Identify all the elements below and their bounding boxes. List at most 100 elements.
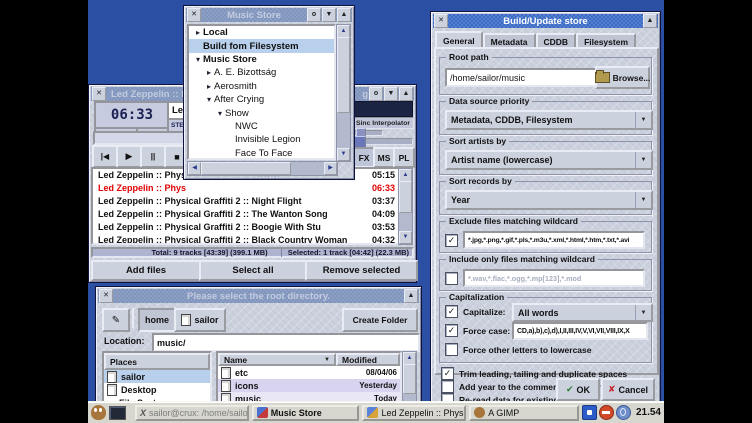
create-folder-button[interactable]: Create Folder xyxy=(342,308,418,332)
place-desktop[interactable]: Desktop xyxy=(104,383,210,396)
force-case-input[interactable]: CD,a),b),c),d),I,II,III,IV,V,VI,VII,VIII… xyxy=(512,322,648,340)
shade-icon[interactable]: ▲ xyxy=(404,289,418,303)
browse-button[interactable]: Browse... xyxy=(595,66,650,89)
gimp-launcher-icon[interactable] xyxy=(91,405,106,420)
root-path-input[interactable]: /home/sailor/music xyxy=(445,68,597,87)
shade-icon[interactable]: ▲ xyxy=(399,87,413,101)
close-icon[interactable]: ✕ xyxy=(434,14,448,28)
playlist-row[interactable]: Led Zeppelin :: Physical Graffiti 2 :: B… xyxy=(93,221,412,234)
tab-label: CDDB xyxy=(544,37,569,47)
music-store-titlebar[interactable]: ✕ Music Store o ▼ ▲ xyxy=(186,8,352,22)
exclude-checkbox[interactable]: ✓ xyxy=(445,234,458,247)
playlist-row[interactable]: Led Zeppelin :: Physical Graffiti 2 :: B… xyxy=(93,233,412,245)
status-total: Total: 9 tracks [43:39] (399.1 MB) xyxy=(152,248,268,257)
scrollbar-thumb[interactable] xyxy=(403,364,416,394)
exclude-input[interactable]: *.jpg,*.png,*.gif,*.pls,*.m3u,*.xml,*.ht… xyxy=(463,231,645,249)
tree-item-track[interactable]: Invisible Legion xyxy=(189,133,334,146)
trim-spaces-checkbox[interactable]: ✓ xyxy=(441,367,454,380)
tree-item-artist[interactable]: ▾ After Crying xyxy=(189,93,334,106)
resize-grip[interactable]: ······· xyxy=(184,174,354,179)
playlist-row[interactable]: Led Zeppelin :: Physical Graffiti 2 :: N… xyxy=(93,195,412,208)
location-input[interactable]: music/ xyxy=(152,333,420,352)
select-all-label: Select all xyxy=(232,265,273,276)
cancel-button[interactable]: ✘ Cancel xyxy=(601,378,655,401)
include-checkbox[interactable] xyxy=(445,272,458,285)
expander-closed-icon[interactable]: ▸ xyxy=(193,28,203,37)
tree-item-artist[interactable]: ▸ A. E. Bizottság xyxy=(189,66,334,79)
tree-vscrollbar[interactable]: ▲ ▼ xyxy=(336,24,351,162)
fx-button[interactable]: FX xyxy=(353,147,375,168)
tray-icon-blue[interactable] xyxy=(582,405,597,420)
previous-button[interactable]: |◀ xyxy=(92,145,118,168)
pause-button[interactable]: || xyxy=(140,145,166,168)
scroll-down-icon[interactable]: ▼ xyxy=(337,148,350,161)
pl-button[interactable]: PL xyxy=(393,147,415,168)
playlist-scrollbar[interactable]: ▲ ▼ xyxy=(398,168,413,245)
build-dialog-titlebar[interactable]: ✕ Build/Update store ▲ xyxy=(433,14,658,28)
scrollbar-thumb[interactable] xyxy=(337,37,350,113)
task-gimp[interactable]: A GIMP xyxy=(469,405,579,421)
modified-column-header[interactable]: Modified xyxy=(336,353,400,366)
file-row-icons[interactable]: icons Yesterday xyxy=(218,379,400,392)
include-input[interactable]: *.wav,*.flac,*.ogg,*.mp[123],*.mod xyxy=(463,269,645,287)
capitalize-checkbox[interactable]: ✓ xyxy=(445,305,458,318)
expander-closed-icon[interactable]: ▸ xyxy=(204,68,214,77)
add-files-button[interactable]: Add files xyxy=(91,260,201,281)
crumb-sailor-button[interactable]: sailor xyxy=(174,308,226,332)
roll-down-icon[interactable]: ▼ xyxy=(322,8,336,22)
menu-icon[interactable]: o xyxy=(369,87,383,101)
stop-icon: ■ xyxy=(174,152,179,162)
ok-button[interactable]: ✔ OK xyxy=(556,378,600,401)
capitalize-combo[interactable]: All words ▼ xyxy=(512,303,653,322)
file-dialog-titlebar[interactable]: ✕ Please select the root directory. ▲ xyxy=(98,289,419,303)
places-header[interactable]: Places xyxy=(104,353,210,370)
terminal-launcher-icon[interactable] xyxy=(109,406,126,420)
force-lowercase-checkbox[interactable] xyxy=(445,343,458,356)
tree-item-track[interactable]: Face To Face xyxy=(189,147,334,160)
clock[interactable]: 21.54 xyxy=(636,407,661,418)
ms-button[interactable]: MS xyxy=(373,147,395,168)
task-terminal[interactable]: X sailor@crux: /home/sailor xyxy=(135,405,249,421)
task-music-store[interactable]: Music Store xyxy=(252,405,360,421)
tree-item-local[interactable]: ▸ Local xyxy=(189,26,334,39)
tree-item-build-from-filesystem[interactable]: Build fom Filesystem xyxy=(189,39,334,52)
tray-icon-globe[interactable] xyxy=(616,405,631,420)
expander-open-icon[interactable]: ▾ xyxy=(215,109,225,118)
playlist-row-current[interactable]: Led Zeppelin :: Phys 06:33 xyxy=(93,182,412,195)
crumb-home-button[interactable]: home xyxy=(138,308,176,332)
expander-open-icon[interactable]: ▾ xyxy=(193,55,203,64)
force-case-checkbox[interactable]: ✓ xyxy=(445,324,458,337)
sort-artists-combo[interactable]: Artist name (lowercase) ▼ xyxy=(445,150,653,170)
track-title: Led Zeppelin :: Physical Graffiti 2 :: T… xyxy=(98,209,359,219)
scrollbar-thumb[interactable] xyxy=(399,181,412,213)
expander-closed-icon[interactable]: ▸ xyxy=(204,82,214,91)
file-row-etc[interactable]: etc 08/04/06 xyxy=(218,366,400,379)
playlist-row[interactable]: Led Zeppelin :: Physical Graffiti 2 :: T… xyxy=(93,208,412,221)
tree-item-music-store[interactable]: ▾ Music Store xyxy=(189,53,334,66)
close-icon[interactable]: ✕ xyxy=(99,289,113,303)
tree-item-track[interactable]: NWC xyxy=(189,120,334,133)
shade-icon[interactable]: ▲ xyxy=(643,14,657,28)
roll-down-icon[interactable]: ▼ xyxy=(384,87,398,101)
close-icon[interactable]: ✕ xyxy=(187,8,201,22)
expander-open-icon[interactable]: ▾ xyxy=(204,95,214,104)
play-button[interactable]: ▶ xyxy=(116,145,142,168)
scroll-down-icon[interactable]: ▼ xyxy=(399,231,412,244)
task-player[interactable]: Led Zeppelin :: Physical Graf xyxy=(362,405,466,421)
close-icon[interactable]: ✕ xyxy=(92,87,106,101)
shade-icon[interactable]: ▲ xyxy=(337,8,351,22)
data-source-combo[interactable]: Metadata, CDDB, Filesystem ▼ xyxy=(445,110,653,130)
place-sailor[interactable]: sailor xyxy=(104,370,210,383)
menu-icon[interactable]: o xyxy=(307,8,321,22)
sort-records-combo[interactable]: Year ▼ xyxy=(445,190,653,210)
type-filename-button[interactable]: ✎ xyxy=(102,308,130,332)
name-column-header[interactable]: Name ▼ xyxy=(218,353,336,366)
select-all-button[interactable]: Select all xyxy=(199,260,307,281)
status-selected: Selected: 1 track [04:42] (22.3 MB) xyxy=(288,248,409,257)
remove-selected-button[interactable]: Remove selected xyxy=(305,260,418,281)
tree-item-artist[interactable]: ▸ Aerosmith xyxy=(189,80,334,93)
tray-icon-red[interactable] xyxy=(599,405,614,420)
tab-label: General xyxy=(443,36,475,46)
add-year-checkbox[interactable] xyxy=(441,380,454,393)
tree-item-record[interactable]: ▾ Show xyxy=(189,106,334,119)
